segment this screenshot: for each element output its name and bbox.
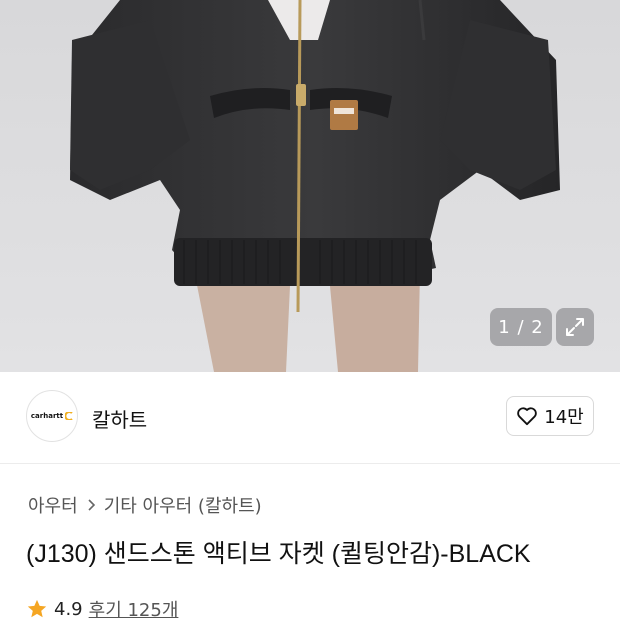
expand-button[interactable] bbox=[556, 308, 594, 346]
image-counter-text: 1 / 2 bbox=[498, 316, 544, 338]
product-title: (J130) 샌드스톤 액티브 자켓 (퀼팅안감)-BLACK bbox=[26, 540, 531, 568]
star-icon bbox=[27, 599, 47, 618]
rating-value: 4.9 bbox=[54, 598, 83, 620]
brand-row: carhartt 칼하트 14만 bbox=[0, 372, 620, 464]
breadcrumb-item-outer[interactable]: 아우터 bbox=[28, 492, 78, 518]
expand-arrows-icon bbox=[566, 318, 584, 336]
breadcrumb: 아우터 기타 아우터 (칼하트) bbox=[28, 492, 262, 518]
heart-outline-icon bbox=[517, 407, 538, 426]
rating-row: 4.9 후기 125개 bbox=[26, 596, 178, 620]
breadcrumb-item-category[interactable]: 기타 아우터 (칼하트) bbox=[104, 492, 262, 518]
review-count-link[interactable]: 후기 125개 bbox=[89, 596, 179, 620]
brand-logo-text: carhartt bbox=[30, 412, 64, 420]
brand-name[interactable]: 칼하트 bbox=[92, 404, 147, 433]
brand-logo[interactable]: carhartt bbox=[26, 390, 78, 442]
chevron-right-icon bbox=[88, 499, 95, 511]
product-image[interactable]: 1 / 2 bbox=[0, 0, 620, 372]
like-button[interactable]: 14만 bbox=[506, 396, 594, 436]
like-count: 14만 bbox=[544, 407, 584, 428]
image-counter: 1 / 2 bbox=[490, 308, 552, 346]
brand-c-mark-icon bbox=[65, 412, 73, 420]
